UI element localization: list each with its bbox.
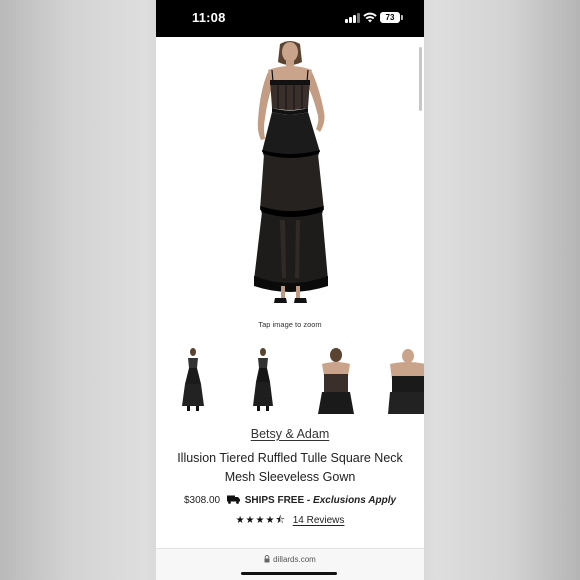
thumbnail-3[interactable] [308,346,364,414]
product-brand-link[interactable]: Betsy & Adam [156,427,424,441]
truck-icon [226,495,240,504]
thumbnail-strip[interactable] [156,346,424,416]
url-text: dillards.com [273,555,316,564]
product-main-image[interactable] [216,40,364,315]
lock-icon [264,555,270,563]
product-title: Illusion Tiered Ruffled Tulle Square Nec… [177,451,403,484]
ships-free-label: SHIPS FREE - [244,495,311,506]
exclusions-apply-link[interactable]: Exclusions Apply [313,495,396,506]
zoom-hint: Tap image to zoom [258,320,322,329]
price-shipping-row: $308.00 SHIPS FREE - Exclusions Apply [156,495,424,506]
url-display[interactable]: dillards.com [156,555,424,564]
status-bar: 11:08 73 [156,0,424,37]
rating-row: ★★★★⯪ 14 Reviews [156,513,424,530]
status-time: 11:08 [192,10,226,25]
thumbnail-2[interactable] [235,346,291,414]
reviews-link[interactable]: 14 Reviews [293,515,345,526]
home-indicator[interactable] [241,572,337,575]
wifi-icon [363,12,377,23]
signal-icon [345,13,361,23]
page-scrollbar[interactable] [419,47,422,111]
thumbnail-1[interactable] [165,346,221,414]
rating-stars: ★★★★⯪ [235,515,286,526]
browser-address-bar[interactable]: dillards.com [156,548,424,580]
thumbnail-4[interactable] [378,346,424,414]
product-price: $308.00 [183,495,221,506]
battery-icon: 73 [380,12,403,23]
phone-screen: 11:08 73 Tap image to zoom Betsy & Adam … [156,0,424,580]
